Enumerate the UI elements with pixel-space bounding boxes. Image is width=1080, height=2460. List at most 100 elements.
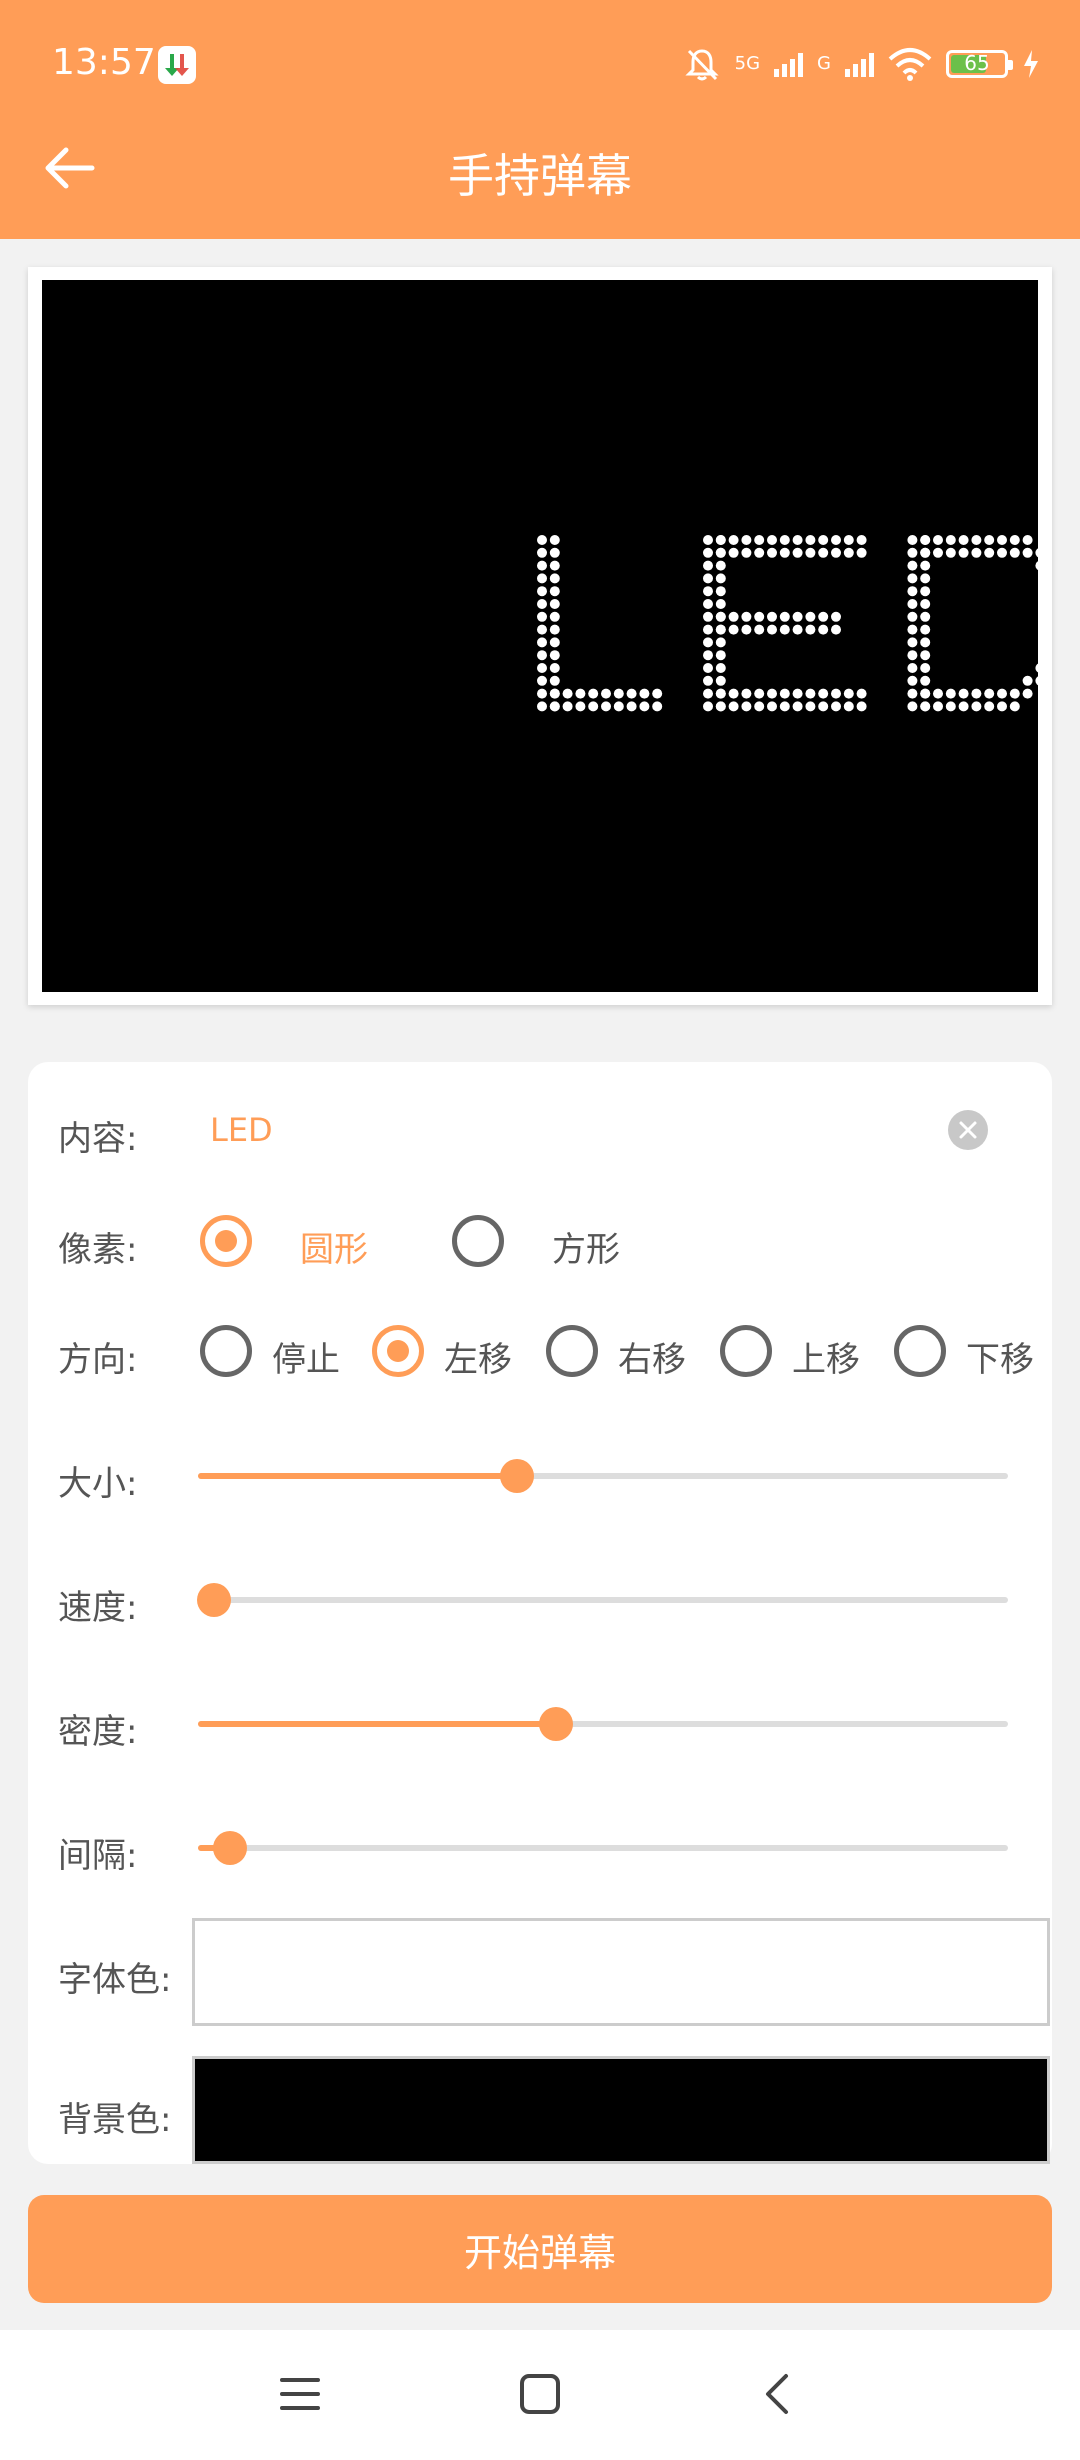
led-dot [945, 547, 956, 558]
led-dot [805, 688, 816, 699]
led-dot [792, 701, 803, 712]
font-color-label: 字体色: [58, 1960, 172, 2000]
led-dot [728, 688, 739, 699]
led-dot [920, 663, 931, 673]
led-dot [549, 701, 560, 712]
start-danmaku-button[interactable]: 开始弹幕 [28, 2195, 1052, 2303]
content-label: 内容: [58, 1119, 138, 1159]
led-dot [831, 535, 841, 545]
pixel-circle-label: 圆形 [300, 1230, 368, 1270]
led-dot [907, 701, 918, 712]
bg-color-picker[interactable] [192, 2056, 1050, 2164]
led-dot [971, 547, 982, 558]
led-dot [549, 599, 560, 609]
led-dot [907, 560, 918, 571]
speed-slider[interactable] [197, 1583, 1008, 1617]
led-dot [907, 611, 918, 622]
led-dot [1035, 663, 1038, 673]
led-dot [958, 688, 969, 699]
size-slider-thumb[interactable] [500, 1459, 534, 1493]
interval-slider[interactable] [198, 1831, 1008, 1865]
led-dot [715, 650, 726, 661]
led-dot [1009, 535, 1020, 545]
home-square-icon[interactable] [518, 2372, 562, 2416]
led-dot [639, 688, 650, 699]
pixel-circle-radio[interactable] [200, 1215, 252, 1267]
battery-icon: 65 [946, 50, 1013, 78]
led-dot [997, 701, 1007, 712]
led-dot [703, 560, 713, 571]
speed-slider-thumb[interactable] [197, 1583, 231, 1617]
density-slider[interactable] [198, 1707, 1008, 1741]
led-dot [1035, 548, 1038, 558]
system-nav-bar [0, 2330, 1080, 2460]
led-dot [997, 688, 1007, 699]
content-input[interactable]: LED [210, 1111, 273, 1149]
menu-icon[interactable] [278, 2374, 322, 2414]
size-slider[interactable] [198, 1459, 1008, 1493]
led-dot [754, 611, 765, 622]
led-dot [984, 535, 995, 545]
led-dot [907, 637, 918, 648]
led-dot [549, 688, 560, 699]
led-dot [984, 688, 995, 699]
led-dot [537, 547, 547, 558]
back-chevron-icon[interactable] [758, 2372, 798, 2416]
led-dot [1022, 535, 1033, 545]
led-dot [754, 535, 765, 545]
led-dot [703, 535, 713, 545]
led-dot [1035, 676, 1038, 686]
led-dot [626, 688, 637, 699]
led-dot [856, 547, 867, 558]
led-dot [907, 624, 918, 635]
led-dot [537, 701, 547, 712]
led-dot [537, 650, 547, 661]
led-dot [549, 650, 560, 661]
led-dot [831, 701, 841, 712]
led-dot [549, 586, 560, 597]
direction-left-radio[interactable] [372, 1325, 424, 1377]
led-dot [1022, 675, 1033, 686]
app-notification-icon [158, 46, 196, 84]
direction-up-radio[interactable] [720, 1325, 772, 1377]
network-g-label: G [817, 53, 831, 74]
led-dot [703, 650, 713, 661]
led-dot [907, 547, 918, 558]
led-dot [792, 547, 803, 558]
led-dot [741, 611, 752, 622]
pixel-square-radio[interactable] [452, 1215, 504, 1267]
led-dot [933, 701, 943, 712]
led-dot [971, 535, 982, 545]
led-dot [779, 624, 790, 635]
led-dot [703, 637, 713, 648]
led-dot [907, 688, 918, 699]
led-dot [856, 688, 867, 699]
direction-stop-radio[interactable] [200, 1325, 252, 1377]
led-dot [805, 701, 816, 712]
clear-icon[interactable] [948, 1110, 988, 1150]
direction-right-radio[interactable] [546, 1325, 598, 1377]
led-dot [728, 624, 739, 635]
led-dot [920, 701, 931, 712]
led-dot [715, 675, 726, 686]
led-dot [537, 663, 547, 673]
led-dot [997, 547, 1007, 558]
interval-slider-thumb[interactable] [213, 1831, 247, 1865]
led-dot [792, 624, 803, 635]
led-dot [741, 535, 752, 545]
density-slider-thumb[interactable] [539, 1707, 573, 1741]
led-dot [652, 701, 663, 712]
led-dot [537, 535, 547, 545]
led-dot [754, 688, 765, 699]
led-dot [920, 611, 931, 622]
led-dot [818, 547, 829, 558]
led-dot [907, 586, 918, 597]
font-color-picker[interactable] [192, 1918, 1050, 2026]
led-dot [537, 573, 547, 584]
led-dot [779, 611, 790, 622]
led-dot [1009, 701, 1020, 712]
led-dot [779, 688, 790, 699]
direction-down-radio[interactable] [894, 1325, 946, 1377]
led-dot [907, 573, 918, 584]
led-dot [907, 650, 918, 661]
